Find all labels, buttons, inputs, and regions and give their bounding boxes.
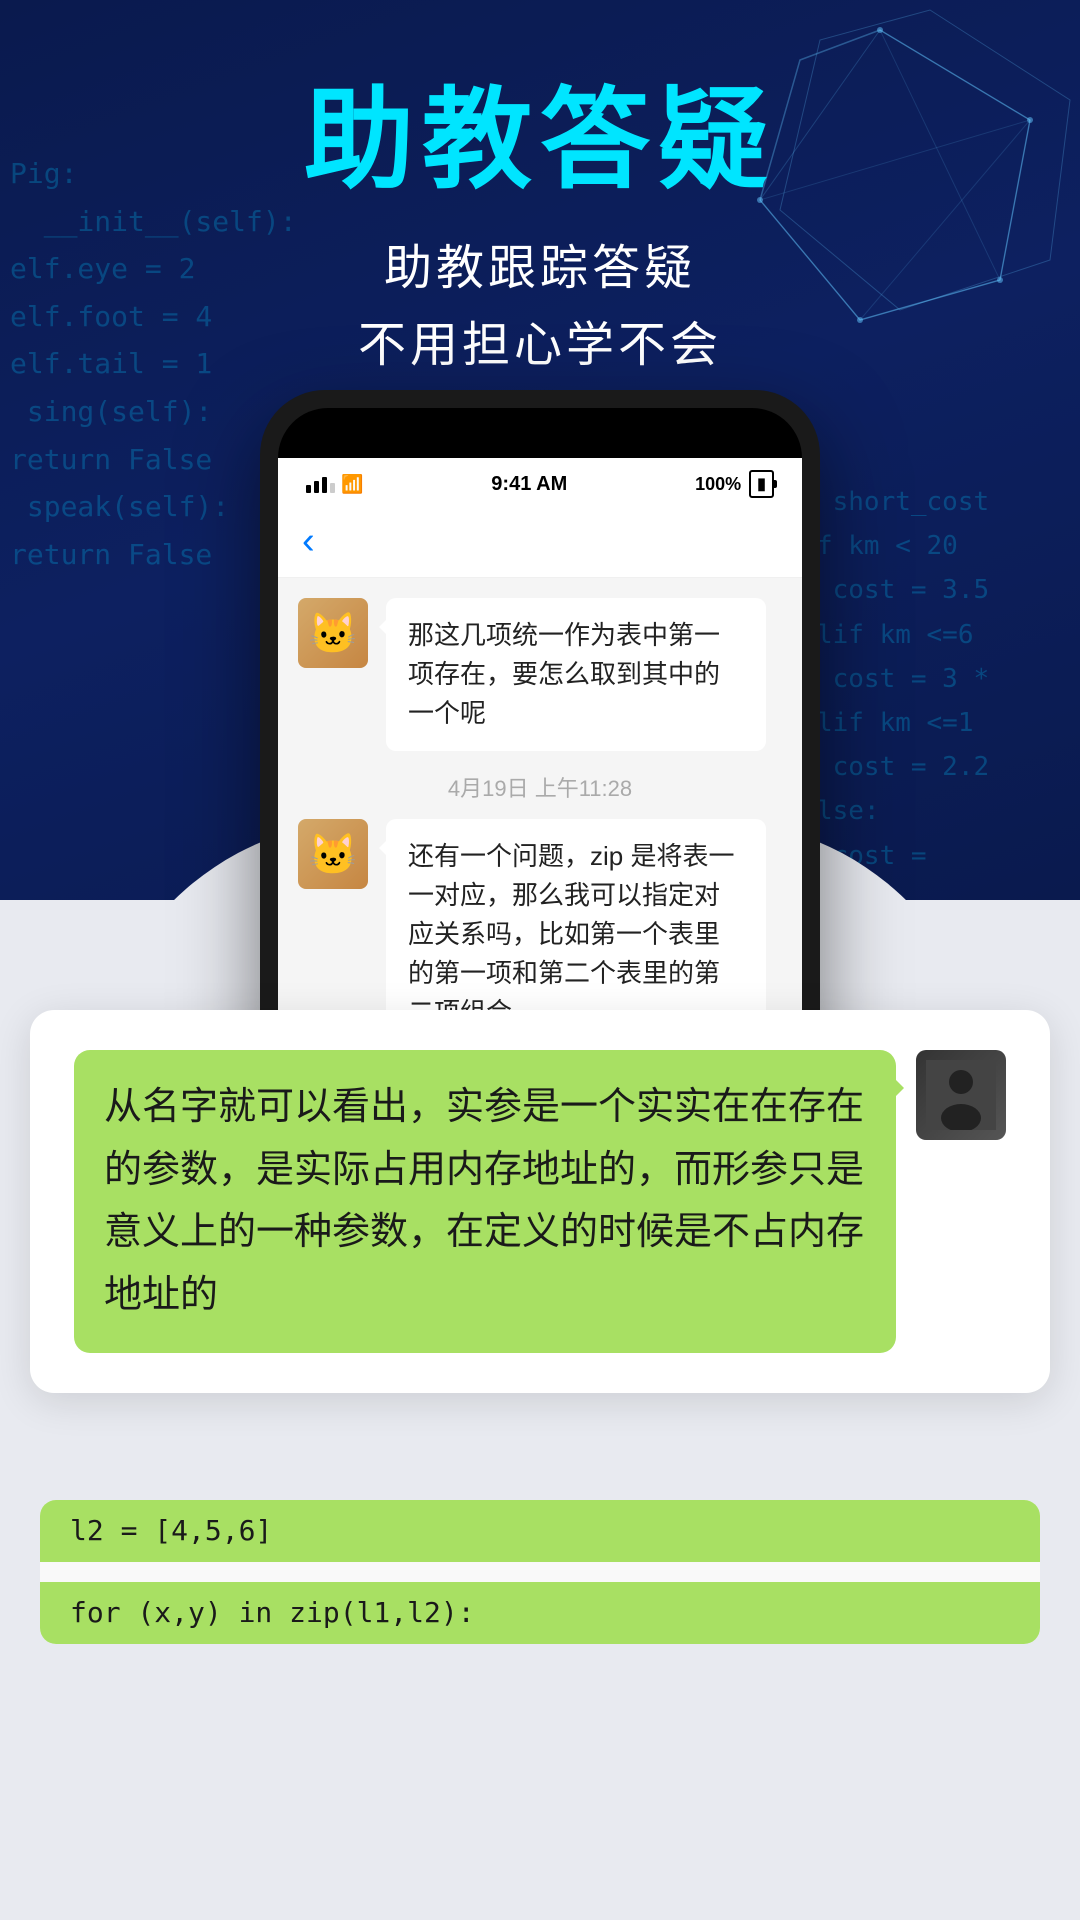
ta-reply-bubble: 从名字就可以看出，实参是一个实实在在存在的参数，是实际占用内存地址的，而形参只是…	[30, 1010, 1050, 1393]
bottom-code-area: l2 = [4,5,6] for (x,y) in zip(l1,l2):	[0, 1500, 1080, 1644]
code-line-2	[40, 1562, 1040, 1582]
timestamp-1: 4月19日 上午11:28	[298, 771, 782, 803]
big-bubble-content: 从名字就可以看出，实参是一个实实在在存在的参数，是实际占用内存地址的，而形参只是…	[74, 1050, 1006, 1353]
msg-text-2: 还有一个问题，zip 是将表一一对应，那么我可以指定对应关系吗，比如第一个表里的…	[408, 841, 734, 1027]
phone-notch	[460, 408, 620, 436]
back-button[interactable]: ‹	[302, 520, 315, 562]
signal-bar-2	[314, 481, 319, 493]
chat-header: ‹	[278, 506, 802, 578]
avatar-1: 🐱	[298, 598, 368, 668]
battery-percentage: 100%	[695, 474, 741, 495]
subtitle-line2: 不用担心学不会	[0, 308, 1080, 385]
status-right: 100% ▮	[695, 470, 774, 498]
wifi-icon: 📶	[341, 474, 363, 495]
msg-bubble-1: 那这几项统一作为表中第一项存在，要怎么取到其中的一个呢	[386, 598, 766, 751]
phone-outer: 📶 9:41 AM 100% ▮ ‹	[260, 390, 820, 1116]
subtitle-line1: 助教跟踪答疑	[0, 231, 1080, 308]
main-title: 助教答疑	[0, 80, 1080, 201]
battery-icon: ▮	[749, 470, 774, 498]
phone-screen: 📶 9:41 AM 100% ▮ ‹	[278, 458, 802, 1098]
signal-bars	[306, 475, 335, 493]
ta-reply-text: 从名字就可以看出，实参是一个实实在在存在的参数，是实际占用内存地址的，而形参只是…	[104, 1086, 864, 1316]
green-reply-bubble: 从名字就可以看出，实参是一个实实在在存在的参数，是实际占用内存地址的，而形参只是…	[74, 1050, 896, 1353]
ta-avatar	[916, 1050, 1006, 1140]
signal-bar-1	[306, 485, 311, 493]
status-bar: 📶 9:41 AM 100% ▮	[278, 458, 802, 506]
signal-bar-4	[330, 483, 335, 493]
phone-notch-area	[278, 408, 802, 458]
code-card: l2 = [4,5,6] for (x,y) in zip(l1,l2):	[40, 1500, 1040, 1644]
avatar-2: 🐱	[298, 819, 368, 889]
signal-bar-3	[322, 477, 327, 493]
title-area: 助教答疑 助教跟踪答疑 不用担心学不会	[0, 80, 1080, 385]
status-left: 📶	[306, 474, 363, 495]
status-time: 9:41 AM	[491, 473, 567, 496]
code-line-1: l2 = [4,5,6]	[40, 1500, 1040, 1562]
message-row-1: 🐱 那这几项统一作为表中第一项存在，要怎么取到其中的一个呢	[298, 598, 782, 751]
subtitle: 助教跟踪答疑 不用担心学不会	[0, 231, 1080, 385]
msg-text-1: 那这几项统一作为表中第一项存在，要怎么取到其中的一个呢	[408, 620, 720, 728]
phone-mockup: 📶 9:41 AM 100% ▮ ‹	[260, 390, 820, 1116]
page-wrapper: Pig: __init__(self): elf.eye = 2 elf.foo…	[0, 0, 1080, 1920]
code-line-3: for (x,y) in zip(l1,l2):	[40, 1582, 1040, 1644]
